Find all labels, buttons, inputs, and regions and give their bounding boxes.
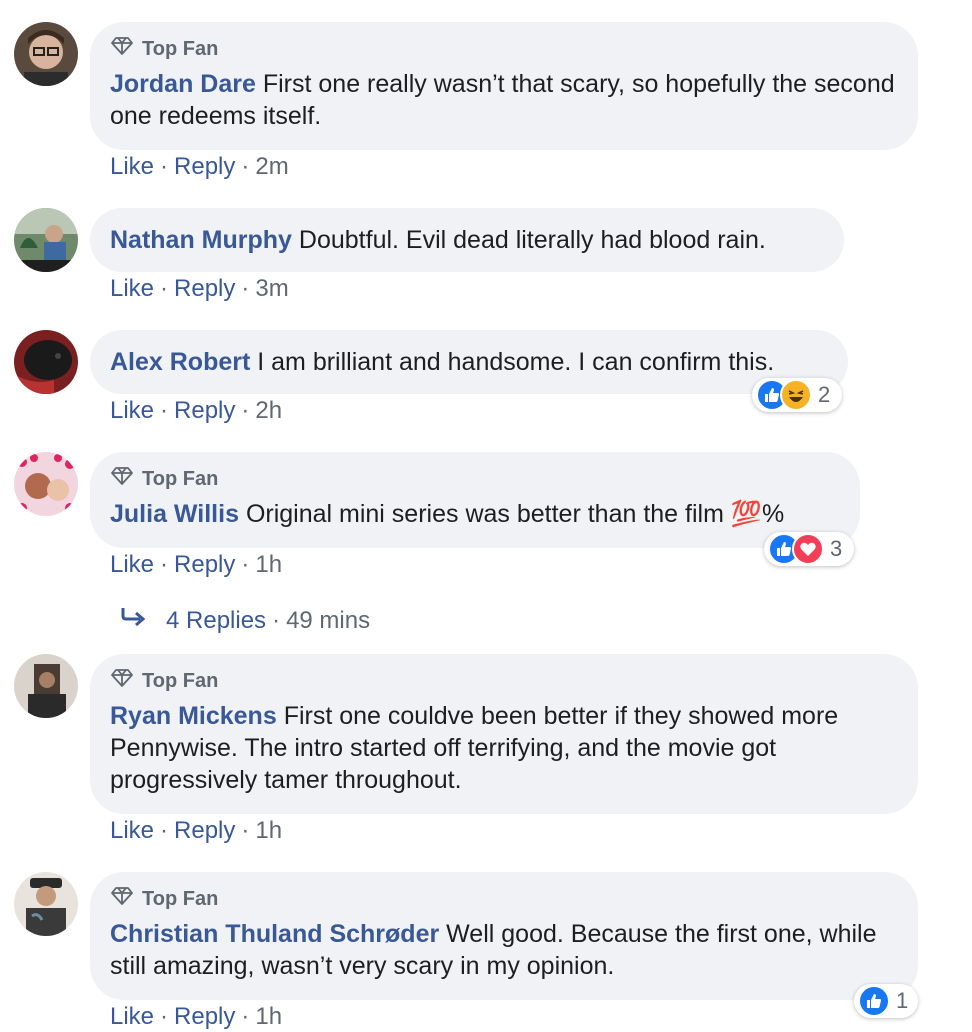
comment-actions: Like · Reply · 1h bbox=[110, 816, 282, 846]
avatar[interactable] bbox=[14, 22, 78, 86]
avatar[interactable] bbox=[14, 452, 78, 516]
diamond-icon bbox=[110, 466, 134, 492]
separator-dot: · bbox=[241, 153, 250, 180]
diamond-icon bbox=[110, 36, 134, 62]
timestamp[interactable]: 2h bbox=[255, 397, 282, 424]
view-replies-link[interactable]: 4 Replies · 49 mins bbox=[120, 606, 370, 636]
avatar[interactable] bbox=[14, 872, 78, 936]
diamond-icon bbox=[110, 668, 134, 694]
separator-dot: · bbox=[160, 397, 169, 424]
separator-dot: · bbox=[241, 551, 250, 578]
avatar[interactable] bbox=[14, 654, 78, 718]
love-icon bbox=[792, 533, 824, 565]
separator-dot: · bbox=[160, 817, 169, 844]
separator-dot: · bbox=[160, 551, 169, 578]
reply-arrow-icon bbox=[120, 606, 148, 636]
commenter-name[interactable]: Julia Willis bbox=[110, 500, 239, 528]
separator-dot: · bbox=[160, 153, 169, 180]
comment-actions: Like · Reply · 1h bbox=[110, 550, 282, 580]
haha-icon bbox=[780, 379, 812, 411]
comment-text: Doubtful. Evil dead literally had blood … bbox=[298, 226, 766, 254]
comment-bubble: Top Fan Christian Thuland Schrøder Well … bbox=[90, 872, 918, 1000]
comment-actions: Like · Reply · 2m bbox=[110, 152, 289, 182]
reactions-summary[interactable]: 2 bbox=[752, 378, 843, 412]
reactions-summary[interactable]: 3 bbox=[764, 532, 855, 566]
separator-dot: · bbox=[241, 275, 250, 302]
like-button[interactable]: Like bbox=[110, 275, 154, 302]
reaction-count: 2 bbox=[818, 382, 831, 407]
reply-button[interactable]: Reply bbox=[174, 275, 235, 302]
avatar[interactable] bbox=[14, 208, 78, 272]
reply-button[interactable]: Reply bbox=[174, 153, 235, 180]
top-fan-label: Top Fan bbox=[142, 38, 219, 60]
commenter-name[interactable]: Ryan Mickens bbox=[110, 702, 277, 730]
separator-dot: · bbox=[160, 1003, 169, 1030]
like-button[interactable]: Like bbox=[110, 551, 154, 578]
like-button[interactable]: Like bbox=[110, 397, 154, 424]
diamond-icon bbox=[110, 886, 134, 912]
separator-dot: · bbox=[241, 817, 250, 844]
timestamp[interactable]: 2m bbox=[255, 153, 288, 180]
commenter-name[interactable]: Nathan Murphy bbox=[110, 226, 292, 254]
reply-button[interactable]: Reply bbox=[174, 551, 235, 578]
comment-actions: Like · Reply · 3m bbox=[110, 274, 289, 304]
reactions-summary[interactable]: 1 bbox=[854, 984, 919, 1018]
separator-dot: · bbox=[241, 397, 250, 424]
top-fan-label: Top Fan bbox=[142, 888, 219, 910]
timestamp[interactable]: 1h bbox=[255, 817, 282, 844]
separator-dot: · bbox=[160, 275, 169, 302]
comment-actions: Like · Reply · 2h bbox=[110, 396, 282, 426]
like-button[interactable]: Like bbox=[110, 153, 154, 180]
top-fan-label: Top Fan bbox=[142, 468, 219, 490]
comment-text: Original mini series was better than the… bbox=[245, 500, 785, 528]
reply-button[interactable]: Reply bbox=[174, 817, 235, 844]
top-fan-label: Top Fan bbox=[142, 670, 219, 692]
top-fan-badge: Top Fan bbox=[110, 668, 898, 694]
top-fan-badge: Top Fan bbox=[110, 886, 898, 912]
timestamp[interactable]: 1h bbox=[255, 551, 282, 578]
reply-button[interactable]: Reply bbox=[174, 1003, 235, 1030]
commenter-name[interactable]: Alex Robert bbox=[110, 348, 250, 376]
replies-count[interactable]: 4 Replies bbox=[166, 606, 266, 636]
replies-time: 49 mins bbox=[286, 607, 371, 634]
commenter-name[interactable]: Christian Thuland Schrøder bbox=[110, 920, 439, 948]
separator-dot: · bbox=[272, 607, 281, 634]
like-icon bbox=[858, 985, 890, 1017]
reply-button[interactable]: Reply bbox=[174, 397, 235, 424]
comment-bubble: Alex Robert I am brilliant and handsome.… bbox=[90, 330, 848, 394]
comment-actions: Like · Reply · 1h bbox=[110, 1002, 282, 1032]
comment-bubble: Top Fan Julia Willis Original mini serie… bbox=[90, 452, 860, 548]
reaction-count: 3 bbox=[830, 536, 843, 561]
comment-bubble: Nathan Murphy Doubtful. Evil dead litera… bbox=[90, 208, 844, 272]
separator-dot: · bbox=[241, 1003, 250, 1030]
comment-bubble: Top Fan Ryan Mickens First one couldve b… bbox=[90, 654, 918, 814]
comment-bubble: Top Fan Jordan Dare First one really was… bbox=[90, 22, 918, 150]
timestamp[interactable]: 3m bbox=[255, 275, 288, 302]
timestamp[interactable]: 1h bbox=[255, 1003, 282, 1030]
top-fan-badge: Top Fan bbox=[110, 466, 840, 492]
top-fan-badge: Top Fan bbox=[110, 36, 898, 62]
comment-text: I am brilliant and handsome. I can confi… bbox=[257, 348, 775, 376]
avatar[interactable] bbox=[14, 330, 78, 394]
reaction-count: 1 bbox=[896, 988, 909, 1013]
like-button[interactable]: Like bbox=[110, 1003, 154, 1030]
commenter-name[interactable]: Jordan Dare bbox=[110, 70, 256, 98]
like-button[interactable]: Like bbox=[110, 817, 154, 844]
